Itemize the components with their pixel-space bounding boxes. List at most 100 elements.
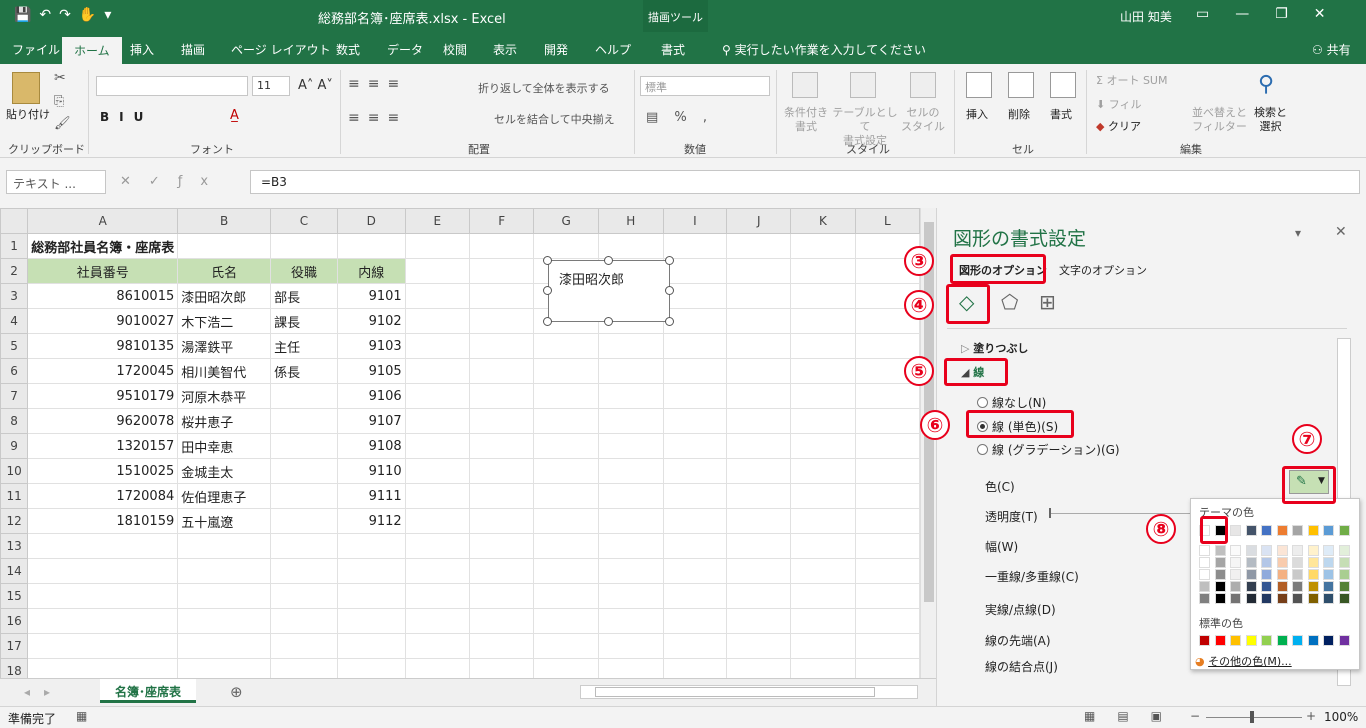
font-style-buttons[interactable]: BIU [100, 110, 153, 124]
tab-home[interactable]: ホーム [62, 36, 122, 64]
color-swatch[interactable] [1230, 569, 1241, 580]
cell[interactable] [336, 608, 406, 634]
cell[interactable]: 湯澤鉄平 [177, 333, 272, 359]
cell[interactable] [404, 633, 471, 659]
color-swatch[interactable] [1307, 635, 1319, 646]
cell[interactable] [469, 233, 535, 259]
more-colors-button[interactable]: ◕ その他の色(M)... [1195, 653, 1292, 669]
cell[interactable] [469, 258, 535, 284]
cell[interactable]: 9106 [336, 383, 406, 409]
color-swatch[interactable] [1338, 557, 1350, 568]
cell[interactable] [726, 408, 792, 434]
cell[interactable] [854, 658, 920, 678]
cell[interactable]: 9108 [336, 433, 406, 459]
cell[interactable] [597, 483, 664, 509]
cell-style-button[interactable]: セルの スタイル [900, 106, 946, 134]
color-swatch[interactable] [1214, 635, 1226, 646]
color-swatch[interactable] [1230, 525, 1241, 536]
color-swatch[interactable] [1323, 525, 1334, 536]
cell[interactable]: 9111 [336, 483, 406, 509]
cell[interactable] [404, 408, 471, 434]
cell[interactable]: 1510025 [27, 458, 179, 484]
color-swatch[interactable] [1261, 581, 1272, 592]
cell[interactable]: 社員番号 [27, 258, 179, 284]
row-header[interactable]: 9 [0, 433, 29, 459]
find-icon[interactable]: ⚲ [1258, 72, 1274, 97]
no-line-option[interactable]: 線なし(N) [977, 394, 1046, 411]
row-header[interactable]: 16 [0, 608, 29, 634]
cell[interactable] [177, 558, 272, 584]
color-swatch[interactable] [1245, 569, 1257, 580]
color-swatch[interactable] [1307, 593, 1319, 604]
tab-formulas[interactable]: 数式 [336, 41, 360, 58]
color-swatch[interactable] [1307, 557, 1319, 568]
number-format-select[interactable]: 標準 [640, 76, 770, 96]
cell[interactable] [854, 583, 920, 609]
color-swatch[interactable] [1292, 581, 1303, 592]
cell[interactable] [177, 658, 272, 678]
cell[interactable] [336, 583, 406, 609]
conditional-format-button[interactable]: 条件付き 書式 [782, 106, 830, 134]
merge-center-button[interactable]: セルを結合して中央揃え [494, 111, 615, 127]
cell[interactable] [597, 508, 664, 534]
cell[interactable] [726, 283, 792, 309]
cell[interactable] [726, 508, 792, 534]
color-swatch[interactable] [1338, 525, 1350, 536]
find-select-button[interactable]: 検索と 選択 [1254, 106, 1287, 134]
color-swatch[interactable] [1276, 557, 1288, 568]
cell[interactable] [726, 308, 792, 334]
color-swatch[interactable] [1214, 581, 1226, 592]
cell[interactable] [270, 658, 338, 678]
color-swatch[interactable] [1276, 545, 1288, 556]
cell[interactable] [270, 458, 338, 484]
color-swatch[interactable] [1261, 569, 1272, 580]
color-swatch[interactable] [1276, 569, 1288, 580]
table-format-icon[interactable] [850, 72, 876, 98]
color-swatch[interactable] [1323, 593, 1334, 604]
color-swatch[interactable] [1292, 545, 1303, 556]
cell[interactable] [404, 283, 471, 309]
cell[interactable] [404, 233, 471, 259]
cell[interactable] [726, 233, 792, 259]
delete-cells-icon[interactable] [1008, 72, 1034, 98]
cell[interactable] [270, 383, 338, 409]
name-box[interactable]: テキスト ... [6, 170, 106, 194]
color-swatch[interactable] [1261, 545, 1272, 556]
color-swatch[interactable] [1214, 569, 1226, 580]
cell[interactable] [662, 583, 728, 609]
row-header[interactable]: 2 [0, 258, 29, 284]
cell[interactable]: 9103 [336, 333, 406, 359]
color-swatch[interactable] [1199, 635, 1210, 646]
cell[interactable]: 相川美智代 [177, 358, 272, 384]
cell[interactable] [469, 308, 535, 334]
color-swatch[interactable] [1307, 569, 1319, 580]
cell[interactable] [726, 558, 792, 584]
cell[interactable]: 課長 [270, 308, 338, 334]
cell[interactable] [790, 558, 856, 584]
cell[interactable]: 役職 [270, 258, 338, 284]
row-header[interactable]: 3 [0, 283, 29, 309]
cell[interactable]: 1720084 [27, 483, 179, 509]
column-header[interactable]: L [854, 208, 920, 234]
cell[interactable] [469, 408, 535, 434]
cut-icon[interactable]: ✂ [54, 70, 66, 86]
cell[interactable] [790, 608, 856, 634]
select-all-corner[interactable] [0, 208, 29, 234]
cell[interactable] [533, 633, 599, 659]
color-swatch[interactable] [1230, 581, 1241, 592]
row-header[interactable]: 6 [0, 358, 29, 384]
tab-review[interactable]: 校閲 [443, 41, 467, 58]
cell[interactable] [270, 533, 338, 559]
conditional-format-icon[interactable] [792, 72, 818, 98]
tab-help[interactable]: ヘルプ [595, 41, 631, 58]
resize-handle[interactable] [604, 256, 613, 265]
cell[interactable] [790, 533, 856, 559]
cell[interactable] [336, 658, 406, 678]
color-swatch[interactable] [1199, 581, 1210, 592]
color-swatch[interactable] [1338, 581, 1350, 592]
cell[interactable] [177, 583, 272, 609]
cell[interactable] [726, 608, 792, 634]
cell[interactable] [790, 283, 856, 309]
color-swatch[interactable] [1276, 635, 1288, 646]
cell[interactable] [469, 633, 535, 659]
